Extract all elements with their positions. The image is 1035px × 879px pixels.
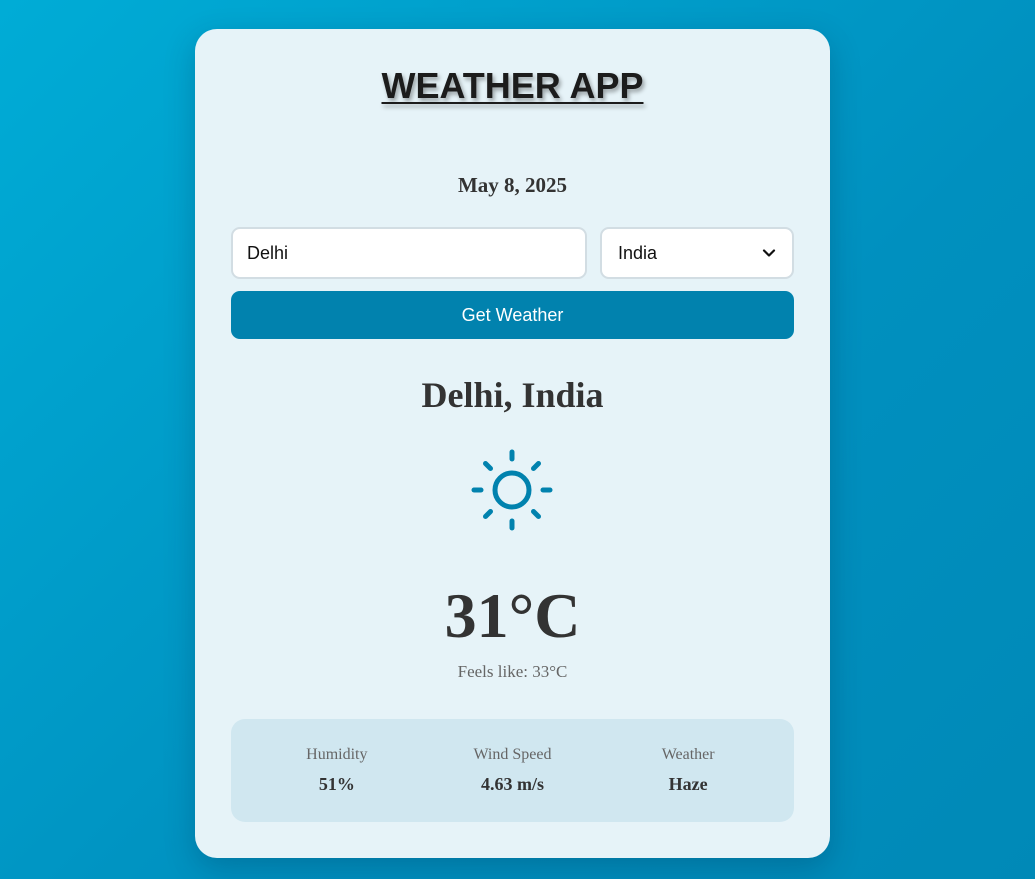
- country-select[interactable]: India: [600, 227, 794, 279]
- detail-label: Wind Speed: [473, 746, 552, 763]
- country-select-value: India: [618, 242, 658, 263]
- get-weather-button[interactable]: Get Weather: [231, 291, 794, 339]
- weather-details: Humidity 51% Wind Speed 4.63 m/s Weather…: [231, 719, 794, 822]
- detail-label: Weather: [661, 746, 715, 763]
- detail-value: Haze: [668, 774, 708, 794]
- chevron-down-icon: [762, 249, 776, 257]
- detail-weather: Weather Haze: [613, 746, 763, 795]
- detail-wind-speed: Wind Speed 4.63 m/s: [437, 746, 587, 795]
- detail-humidity: Humidity 51%: [262, 746, 412, 795]
- detail-value: 4.63 m/s: [480, 774, 544, 794]
- temperature: 31°C: [444, 580, 581, 651]
- location-heading: Delhi, India: [421, 375, 604, 415]
- app-title: WEATHER APP: [381, 65, 644, 106]
- detail-label: Humidity: [306, 746, 368, 763]
- detail-value: 51%: [318, 774, 355, 794]
- city-input[interactable]: [231, 227, 587, 279]
- feels-like: Feels like: 33°C: [457, 662, 568, 681]
- weather-card: WEATHER APP May 8, 2025 India Get Weathe…: [195, 29, 830, 858]
- sun-icon: [471, 449, 553, 531]
- current-date: May 8, 2025: [457, 173, 568, 197]
